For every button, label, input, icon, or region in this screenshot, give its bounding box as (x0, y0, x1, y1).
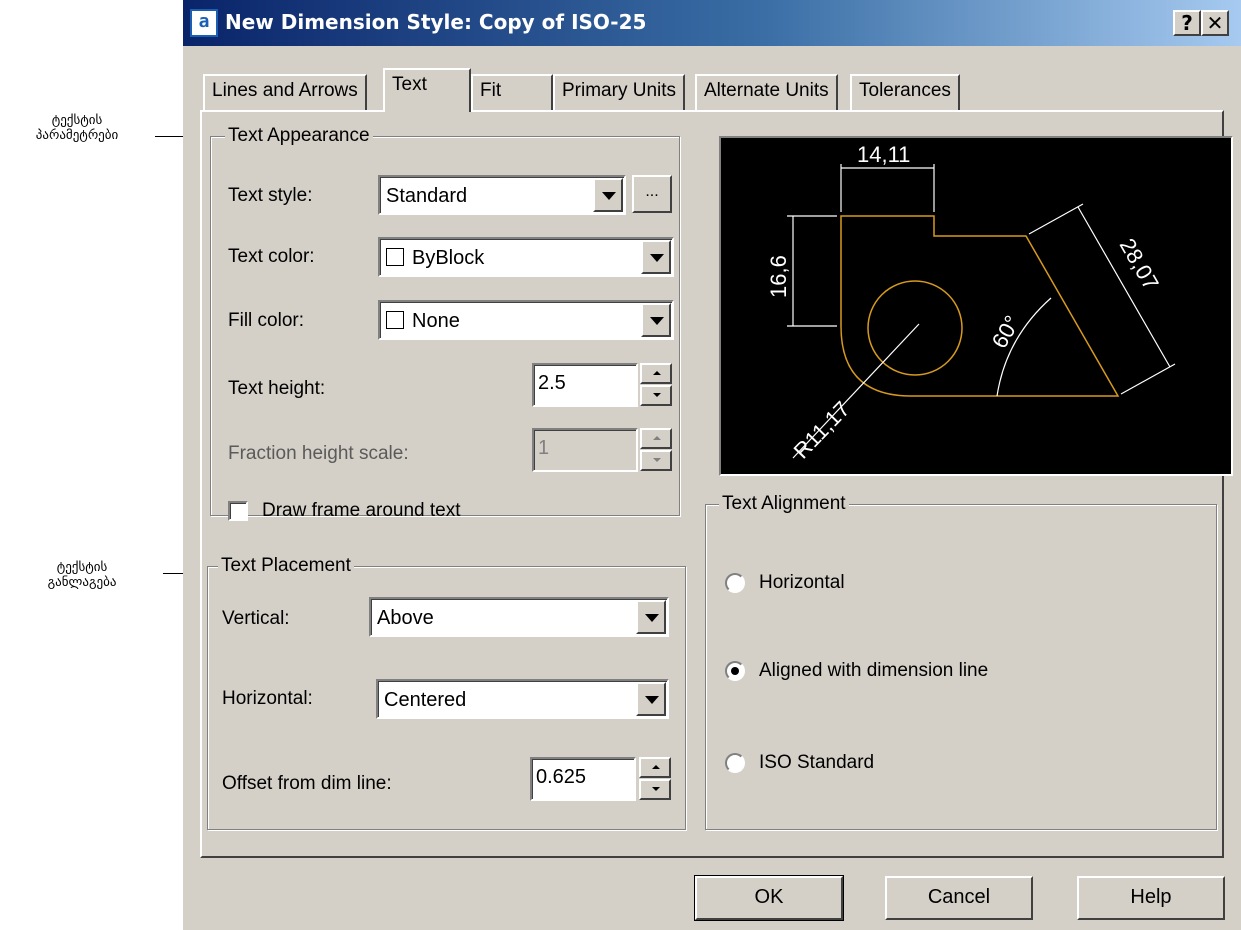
dim-text-slant: 28,07 (1115, 234, 1164, 294)
spin-up-icon[interactable] (640, 428, 672, 449)
text-alignment-group: Text Alignment Horizontal Aligned with d… (705, 493, 1217, 830)
annotation-text-parameters: ტექსტის პარამეტრები (2, 113, 152, 143)
vertical-placement-select[interactable]: Above (369, 597, 669, 637)
annotation-text-placement: ტექსტის განლაგება (12, 560, 152, 590)
dim-line-slant-ext-bottom (1120, 363, 1176, 395)
tab-fit[interactable]: Fit (471, 74, 553, 110)
text-style-label: Text style: (228, 185, 313, 206)
chevron-down-icon[interactable] (636, 600, 666, 634)
dim-text-angle: 60° (987, 311, 1025, 352)
chevron-down-icon[interactable] (641, 240, 671, 274)
dim-line-slant (1077, 206, 1171, 368)
close-button[interactable]: ✕ (1201, 10, 1229, 36)
radio-aligned-label: Aligned with dimension line (759, 660, 989, 681)
annotation-line-2: განლაგება (47, 575, 117, 590)
text-color-text: ByBlock (412, 247, 485, 269)
annotation-line-2: პარამეტრები (35, 128, 119, 143)
dimension-preview: 14,11 16,6 28,07 60° R11,17 (719, 136, 1233, 476)
radio-aligned[interactable] (725, 661, 745, 681)
horizontal-placement-value: Centered (384, 689, 467, 711)
chevron-down-icon[interactable] (593, 178, 623, 212)
dimension-style-dialog: a New Dimension Style: Copy of ISO-25 ? … (183, 0, 1241, 930)
tab-lines-and-arrows[interactable]: Lines and Arrows (203, 74, 367, 110)
draw-frame-checkbox[interactable] (228, 501, 248, 521)
spin-up-icon[interactable] (640, 363, 672, 384)
spin-up-icon[interactable] (639, 757, 671, 778)
text-color-select[interactable]: ByBlock (378, 237, 674, 277)
title-bar[interactable]: a New Dimension Style: Copy of ISO-25 ? … (183, 0, 1241, 46)
help-button[interactable]: Help (1077, 876, 1225, 920)
text-color-label: Text color: (228, 246, 315, 267)
chevron-down-icon[interactable] (641, 303, 671, 337)
part-outline (840, 215, 1120, 397)
tab-text[interactable]: Text (383, 68, 471, 112)
radio-iso-standard[interactable] (725, 753, 745, 773)
browse-text-style-button[interactable]: ... (632, 175, 672, 213)
vertical-label: Vertical: (222, 608, 290, 629)
fraction-height-spinner[interactable] (640, 428, 672, 472)
text-style-value: Standard (386, 185, 468, 207)
spin-down-icon[interactable] (639, 779, 671, 800)
fill-color-value: None (386, 308, 460, 334)
dim-text-top: 14,11 (857, 142, 910, 167)
text-placement-group: Text Placement Vertical: Above Horizonta… (207, 555, 686, 830)
draw-frame-label: Draw frame around text (262, 500, 461, 521)
annotation-line-1: ტექსტის (51, 113, 103, 128)
radio-horizontal[interactable] (725, 573, 745, 593)
offset-input[interactable]: 0.625 (530, 757, 636, 801)
text-placement-title: Text Placement (218, 555, 354, 577)
text-tab-panel: Text Appearance Text style: Standard ...… (200, 110, 1233, 858)
text-height-spinner[interactable] (640, 363, 672, 407)
color-swatch-icon (386, 248, 404, 266)
text-appearance-group: Text Appearance Text style: Standard ...… (210, 125, 680, 521)
fill-color-select[interactable]: None (378, 300, 674, 340)
annotation-line-1: ტექსტის (56, 560, 108, 575)
window-title: New Dimension Style: Copy of ISO-25 (225, 10, 647, 34)
cancel-button[interactable]: Cancel (885, 876, 1033, 920)
text-color-value: ByBlock (386, 245, 484, 271)
fill-color-label: Fill color: (228, 310, 305, 331)
horizontal-label: Horizontal: (222, 688, 313, 709)
tab-alternate-units[interactable]: Alternate Units (695, 74, 838, 110)
horizontal-placement-select[interactable]: Centered (376, 679, 669, 719)
preview-drawing: 14,11 16,6 28,07 60° R11,17 (766, 142, 1176, 463)
dim-text-radius: R11,17 (789, 396, 855, 463)
text-alignment-title: Text Alignment (719, 493, 849, 515)
offset-label: Offset from dim line: (222, 773, 392, 794)
tab-primary-units[interactable]: Primary Units (553, 74, 686, 110)
radio-horizontal-label: Horizontal (759, 572, 845, 593)
app-icon: a (190, 9, 218, 37)
text-appearance-title: Text Appearance (225, 125, 373, 147)
chevron-down-icon[interactable] (636, 682, 666, 716)
fill-color-text: None (412, 310, 460, 332)
dim-line-slant-ext-top (1028, 203, 1084, 235)
vertical-placement-value: Above (377, 607, 434, 629)
text-height-input[interactable]: 2.5 (532, 363, 638, 407)
text-height-label: Text height: (228, 378, 326, 399)
context-help-button[interactable]: ? (1173, 10, 1201, 36)
spin-down-icon[interactable] (640, 385, 672, 406)
color-swatch-icon (386, 311, 404, 329)
text-style-select[interactable]: Standard (378, 175, 626, 215)
ok-button[interactable]: OK (694, 875, 844, 921)
fraction-height-label: Fraction height scale: (228, 443, 409, 464)
spin-down-icon[interactable] (640, 450, 672, 471)
offset-spinner[interactable] (639, 757, 671, 801)
dim-text-left: 16,6 (766, 255, 791, 298)
fraction-height-input[interactable]: 1 (532, 428, 638, 472)
tab-tolerances[interactable]: Tolerances (850, 74, 960, 110)
radio-iso-standard-label: ISO Standard (759, 752, 875, 773)
